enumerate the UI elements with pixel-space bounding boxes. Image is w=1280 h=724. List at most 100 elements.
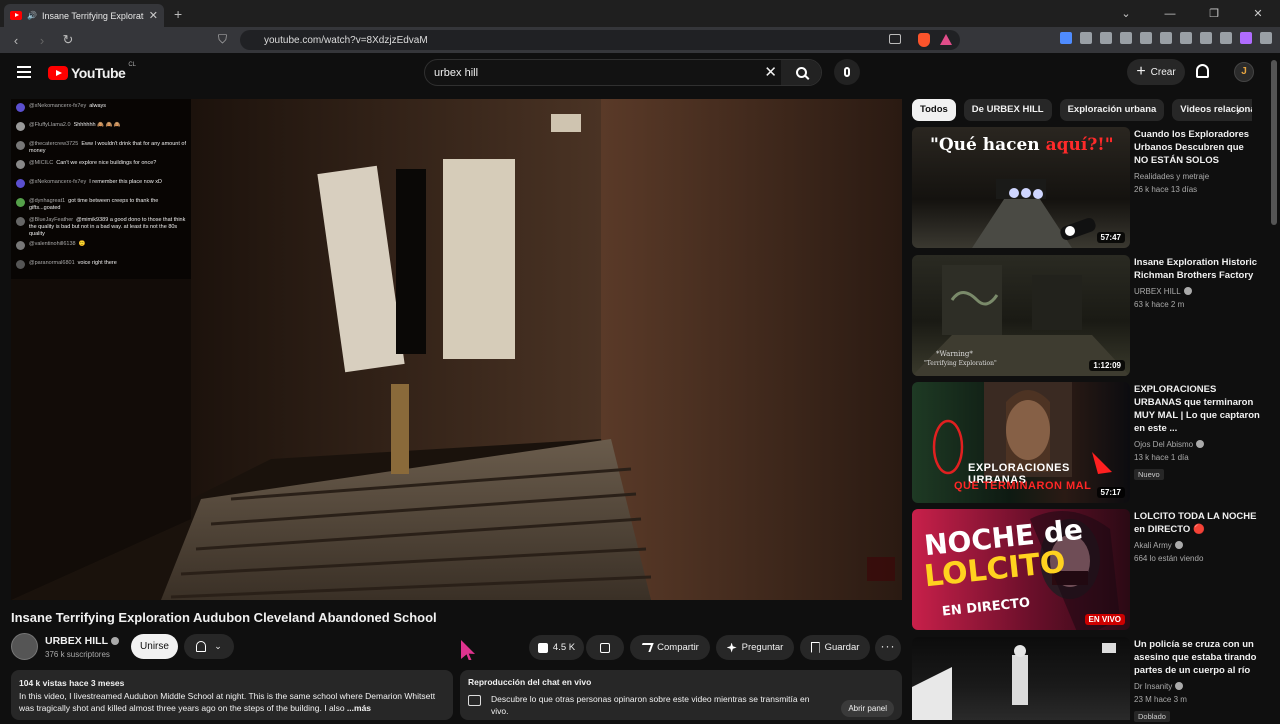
- video-title: Insane Terrifying Exploration Audubon Cl…: [11, 610, 437, 625]
- chat-avatar: [16, 198, 25, 207]
- browser-menu-icon[interactable]: [1260, 32, 1272, 44]
- chat-avatar: [16, 179, 25, 188]
- forward-button[interactable]: ›: [32, 33, 52, 48]
- notifications-bell-icon[interactable]: [1196, 64, 1209, 78]
- video-title[interactable]: LOLCITO TODA LA NOCHE en DIRECTO 🔴: [1134, 510, 1260, 536]
- chip-from-channel[interactable]: De URBEX HILL: [963, 99, 1052, 121]
- channel-name-row[interactable]: Akali Army: [1134, 539, 1260, 552]
- search-input[interactable]: urbex hill: [434, 67, 478, 79]
- minimize-button[interactable]: —: [1148, 8, 1192, 20]
- search-button[interactable]: [781, 60, 821, 85]
- new-tab-button[interactable]: +: [174, 6, 182, 22]
- channel-name-row[interactable]: URBEX HILL: [45, 635, 119, 647]
- video-thumbnail[interactable]: "Qué hacen aquí?!" 57:47: [912, 127, 1130, 248]
- search-box[interactable]: urbex hill ✕: [424, 59, 822, 86]
- video-thumbnail[interactable]: NOCHE de LOLCITO EN DIRECTO EN VIVO: [912, 509, 1130, 630]
- voice-search-button[interactable]: [834, 59, 860, 85]
- brave-shield-icon[interactable]: [918, 33, 930, 47]
- chat-message: @BlueJayFeather @mimik9389 a good dono to…: [13, 217, 189, 238]
- maximize-button[interactable]: ❐: [1192, 7, 1236, 20]
- hamburger-menu-icon[interactable]: [17, 66, 31, 78]
- recommendation-item[interactable]: *Warning* "Terrifying Exploration" 1:12:…: [912, 255, 1262, 376]
- chat-icon: [468, 695, 481, 706]
- channel-name-row[interactable]: Dr Insanity: [1134, 680, 1260, 693]
- description-box[interactable]: 104 k vistas hace 3 meses In this video,…: [11, 670, 453, 720]
- video-meta: 23 M hace 3 m: [1134, 695, 1187, 704]
- chip-urban-exploration[interactable]: Exploración urbana: [1059, 99, 1165, 121]
- chat-text: 🙂: [78, 241, 86, 247]
- channel-name[interactable]: Ojos Del Abismo: [1134, 440, 1193, 449]
- save-button[interactable]: Guardar: [800, 635, 870, 660]
- thumbnail-caption: "Qué hacen aquí?!": [930, 135, 1114, 155]
- leo-ai-icon[interactable]: [1240, 32, 1252, 44]
- recommendation-item[interactable]: NOCHE de LOLCITO EN DIRECTO EN VIVO LOLC…: [912, 509, 1262, 630]
- extension-icon[interactable]: [1160, 32, 1172, 44]
- close-tab-icon[interactable]: ✕: [149, 9, 158, 22]
- url-bar[interactable]: youtube.com/watch?v=8XdzjzEdvaM: [240, 30, 960, 50]
- subscribed-notifications-button[interactable]: ⌄: [184, 634, 234, 659]
- video-title[interactable]: Un policía se cruza con un asesino que e…: [1134, 638, 1260, 677]
- channel-name[interactable]: URBEX HILL: [45, 635, 108, 647]
- channel-name[interactable]: Realidades y metraje: [1134, 170, 1260, 183]
- close-window-button[interactable]: ✕: [1236, 7, 1280, 20]
- channel-name[interactable]: Dr Insanity: [1134, 682, 1172, 691]
- page-scrollbar[interactable]: [1271, 60, 1277, 225]
- extension-icon[interactable]: [1100, 32, 1112, 44]
- channel-name[interactable]: Akali Army: [1134, 541, 1172, 550]
- video-thumbnail[interactable]: *Warning* "Terrifying Exploration" 1:12:…: [912, 255, 1130, 376]
- extension-icon[interactable]: [1200, 32, 1212, 44]
- thumbnail-caption-2: "Terrifying Exploration": [924, 360, 997, 367]
- browser-tab[interactable]: 🔊 Insane Terrifying Exploration ✕: [4, 4, 164, 27]
- logo-text: YouTube: [71, 65, 126, 81]
- like-button[interactable]: 4.5 K: [529, 635, 584, 660]
- window-controls: ⌄ — ❐ ✕: [1104, 0, 1280, 27]
- extension-icon[interactable]: [1120, 32, 1132, 44]
- show-more-link[interactable]: ...más: [347, 703, 371, 713]
- chevron-right-icon[interactable]: ›: [1236, 103, 1240, 118]
- thumbnail-caption: *Warning*: [936, 350, 973, 358]
- wallet-icon[interactable]: [1180, 32, 1192, 44]
- youtube-logo[interactable]: YouTube CL: [48, 62, 136, 81]
- chat-username: @thecatercrew3725: [29, 141, 79, 147]
- chat-message-body: @xNekomancerx-fx7ey I remember this place…: [29, 179, 162, 186]
- verified-icon: [1174, 541, 1183, 549]
- more-actions-button[interactable]: ···: [875, 635, 901, 661]
- tab-search-icon[interactable]: ⌄: [1104, 7, 1148, 20]
- video-title[interactable]: Cuando los Exploradores Urbanos Descubre…: [1134, 128, 1260, 167]
- recommendation-item[interactable]: EXPLORACIONES URBANAS QUE TERMINARON MAL…: [912, 382, 1262, 503]
- video-title[interactable]: EXPLORACIONES URBANAS que terminaron MUY…: [1134, 383, 1260, 435]
- channel-avatar[interactable]: [11, 633, 38, 660]
- back-button[interactable]: ‹: [6, 33, 26, 48]
- music-icon[interactable]: [1140, 32, 1152, 44]
- channel-name-row[interactable]: Ojos Del Abismo: [1134, 438, 1260, 451]
- extension-icon[interactable]: [1080, 32, 1092, 44]
- channel-name-row[interactable]: URBEX HILL: [1134, 285, 1260, 298]
- open-panel-button[interactable]: Abrir panel: [841, 700, 894, 717]
- ask-button[interactable]: Preguntar: [716, 635, 794, 660]
- chat-message: @MICILC Can't we explore nice buildings f…: [13, 160, 189, 176]
- bookmark-icon[interactable]: ⛉: [218, 32, 227, 47]
- video-player[interactable]: @xNekomancerx-fx7ey always @FluffyLlama2.0…: [11, 99, 902, 600]
- sparkle-icon: [726, 642, 737, 653]
- share-button[interactable]: Compartir: [630, 635, 710, 660]
- reload-button[interactable]: ↻: [58, 32, 78, 48]
- extension-icon[interactable]: [1060, 32, 1072, 44]
- dislike-button[interactable]: [586, 635, 624, 660]
- vpn-icon[interactable]: [1220, 32, 1232, 44]
- user-avatar[interactable]: J: [1234, 62, 1254, 82]
- chat-message: @xNekomancerx-fx7ey I remember this place…: [13, 179, 189, 195]
- channel-name[interactable]: URBEX HILL: [1134, 287, 1181, 296]
- youtube-header: YouTube CL urbex hill ✕ + Crear J: [0, 53, 1280, 93]
- verified-icon: [1175, 682, 1184, 690]
- video-title[interactable]: Insane Exploration Historic Richman Brot…: [1134, 256, 1260, 282]
- recommendation-item[interactable]: Un policía se cruza con un asesino que e…: [912, 637, 1262, 722]
- brave-rewards-icon[interactable]: [940, 34, 952, 45]
- create-button[interactable]: + Crear: [1127, 59, 1185, 85]
- clear-search-icon[interactable]: ✕: [764, 63, 777, 81]
- cast-icon[interactable]: [889, 34, 901, 44]
- chip-all[interactable]: Todos: [912, 99, 956, 121]
- recommendation-item[interactable]: "Qué hacen aquí?!" 57:47 Cuando los Expl…: [912, 127, 1262, 248]
- video-thumbnail[interactable]: [912, 637, 1130, 720]
- join-button[interactable]: Unirse: [131, 634, 178, 659]
- video-thumbnail[interactable]: EXPLORACIONES URBANAS QUE TERMINARON MAL…: [912, 382, 1130, 503]
